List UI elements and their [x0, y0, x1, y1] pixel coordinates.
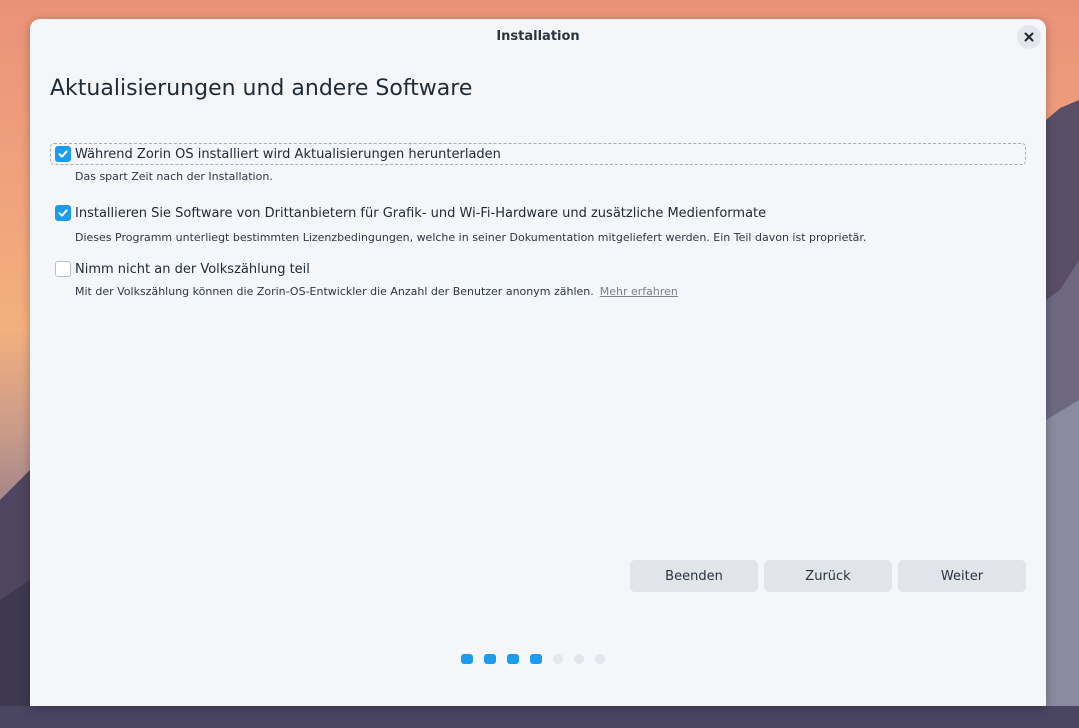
census-opt-out-description: Mit der Volkszählung können die Zorin-OS… — [75, 285, 594, 298]
quit-button[interactable]: Beenden — [630, 560, 758, 592]
option-third-party-software-row[interactable]: Installieren Sie Software von Drittanbie… — [50, 202, 1026, 224]
progress-step-completed — [507, 654, 519, 664]
census-opt-out-checkbox[interactable] — [55, 261, 71, 277]
third-party-software-checkbox[interactable] — [55, 205, 71, 221]
checkmark-icon — [58, 209, 68, 217]
back-button[interactable]: Zurück — [764, 560, 892, 592]
progress-step-completed — [461, 654, 473, 664]
download-updates-label[interactable]: Während Zorin OS installiert wird Aktual… — [75, 147, 501, 162]
option-download-updates-row[interactable]: Während Zorin OS installiert wird Aktual… — [50, 143, 1026, 165]
download-updates-checkbox[interactable] — [55, 146, 71, 162]
census-opt-out-label[interactable]: Nimm nicht an der Volkszählung teil — [75, 262, 310, 277]
window-title: Installation — [496, 29, 580, 44]
close-button[interactable] — [1017, 25, 1041, 49]
title-bar: Installation — [30, 19, 1046, 55]
page-title: Aktualisierungen und andere Software — [50, 76, 473, 101]
download-updates-description: Das spart Zeit nach der Installation. — [75, 170, 273, 183]
step-progress-indicator — [461, 654, 605, 664]
learn-more-link[interactable]: Mehr erfahren — [600, 285, 678, 298]
checkmark-icon — [58, 150, 68, 158]
third-party-software-label[interactable]: Installieren Sie Software von Drittanbie… — [75, 206, 766, 221]
option-census-opt-out-row[interactable]: Nimm nicht an der Volkszählung teil — [50, 258, 1026, 280]
option-census-opt-out: Nimm nicht an der Volkszählung teil Mit … — [50, 258, 1026, 298]
installer-window: Installation Aktualisierungen und andere… — [30, 19, 1046, 706]
progress-step-pending — [595, 654, 605, 664]
next-button[interactable]: Weiter — [898, 560, 1026, 592]
option-third-party-software: Installieren Sie Software von Drittanbie… — [50, 202, 1026, 244]
census-opt-out-description-container: Mit der Volkszählung können die Zorin-OS… — [75, 285, 1026, 298]
progress-step-pending — [574, 654, 584, 664]
third-party-software-description: Dieses Programm unterliegt bestimmten Li… — [75, 231, 867, 244]
progress-step-pending — [553, 654, 563, 664]
close-icon — [1024, 32, 1034, 42]
progress-step-completed — [484, 654, 496, 664]
progress-step-completed — [530, 654, 542, 664]
option-download-updates: Während Zorin OS installiert wird Aktual… — [50, 143, 1026, 183]
